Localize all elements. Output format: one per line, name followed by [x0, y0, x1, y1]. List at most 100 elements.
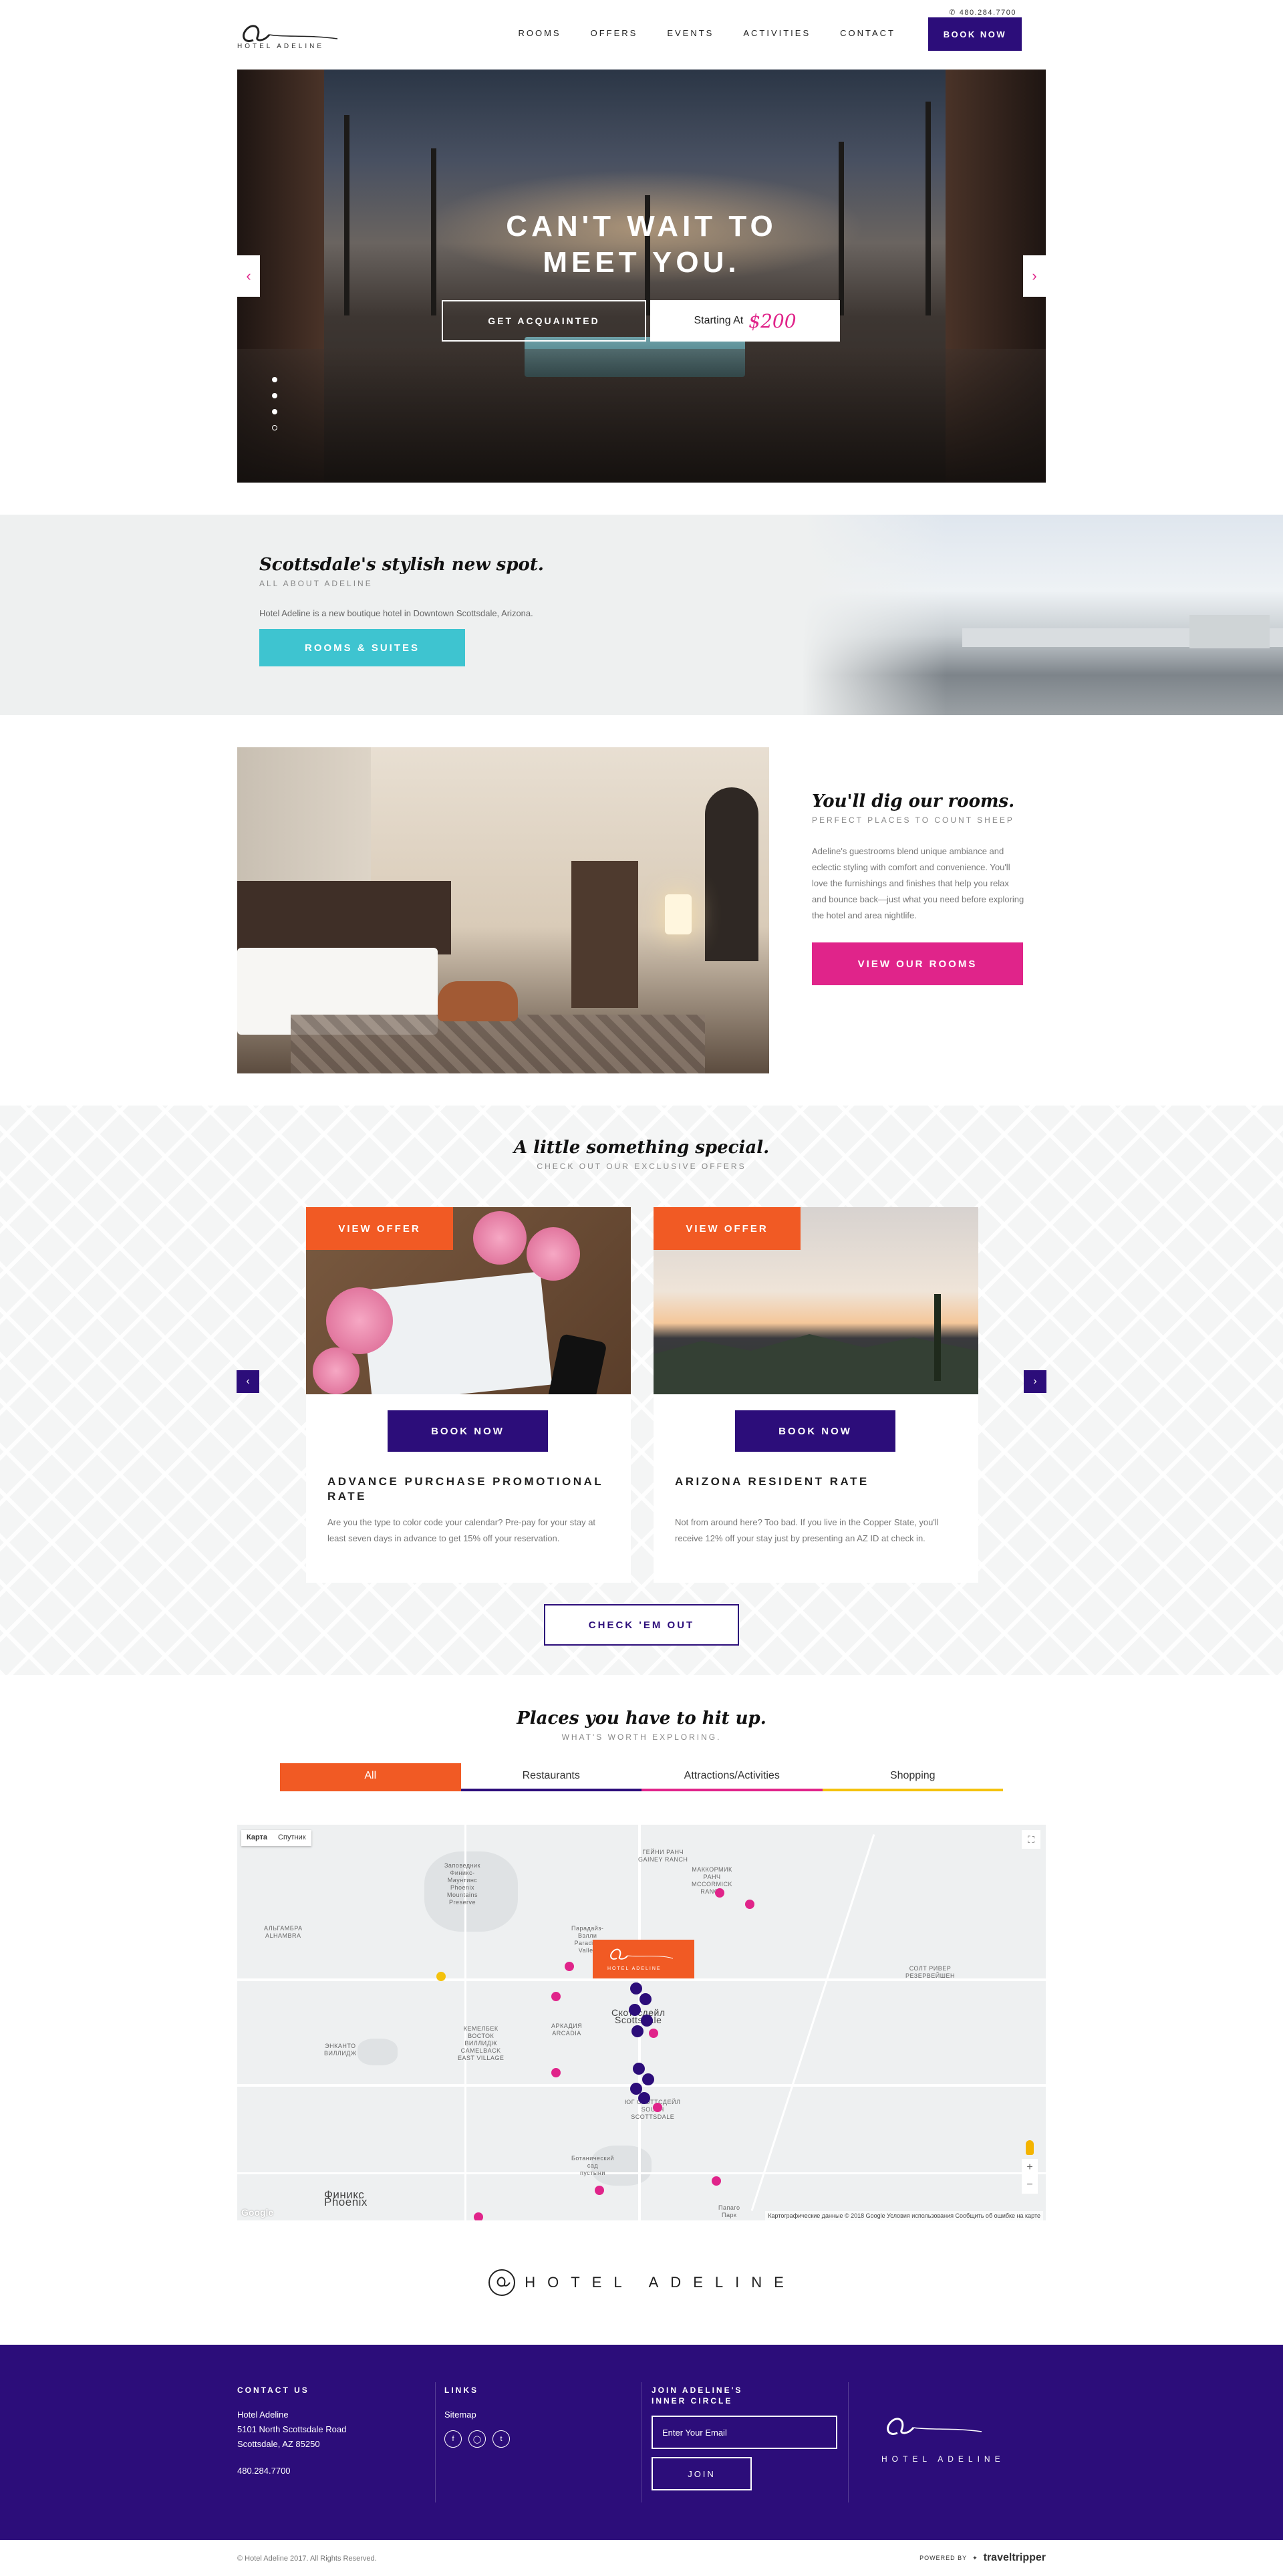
footer-logo[interactable]: [881, 2408, 995, 2448]
facebook-icon[interactable]: f: [444, 2430, 462, 2448]
offer-book-button[interactable]: BOOK NOW: [735, 1410, 895, 1452]
hero-prev-button[interactable]: ‹: [237, 255, 260, 297]
places-section: Places you have to hit up. WHAT'S WORTH …: [0, 1675, 1283, 1791]
map-marker-restaurant[interactable]: [638, 2092, 650, 2104]
map-label: Ботанический сад пустыни: [571, 2155, 614, 2176]
email-field[interactable]: Enter Your Email: [652, 2416, 837, 2449]
join-heading: JOIN ADELINE'S INNER CIRCLE: [652, 2386, 743, 2406]
offer-card: VIEW OFFER BOOK NOW ARIZONA RESIDENT RAT…: [654, 1207, 978, 1583]
view-offer-button[interactable]: VIEW OFFER: [654, 1207, 801, 1250]
hero-next-button[interactable]: ›: [1023, 255, 1046, 297]
slider-dot[interactable]: [272, 393, 277, 398]
map-marker-restaurant[interactable]: [641, 2015, 653, 2027]
map-marker-restaurant[interactable]: [630, 1982, 642, 1994]
offers-next-button[interactable]: ›: [1024, 1370, 1046, 1393]
map-marker-shopping[interactable]: [436, 1972, 446, 1981]
hotel-location-pin[interactable]: HOTEL ADELINE: [593, 1940, 694, 1978]
slider-dot[interactable]: [272, 409, 277, 414]
about-content: Scottsdale's stylish new spot. ALL ABOUT…: [259, 555, 607, 666]
zoom-out-icon[interactable]: −: [1022, 2176, 1038, 2194]
offer-image: VIEW OFFER: [654, 1207, 978, 1394]
map-marker-restaurant[interactable]: [642, 2073, 654, 2085]
nav-contact[interactable]: CONTACT: [840, 28, 895, 38]
footer-links: LINKS Sitemap f ◯ t: [444, 2385, 510, 2448]
pegman-icon[interactable]: [1026, 2140, 1034, 2155]
nav-activities[interactable]: ACTIVITIES: [743, 28, 811, 38]
nav-offers[interactable]: OFFERS: [591, 28, 638, 38]
check-em-out-button[interactable]: CHECK 'EM OUT: [544, 1604, 739, 1646]
places-map[interactable]: ГЕЙНИ РАНЧ GAINEY RANCH МАККОРМИК РАНЧ M…: [237, 1825, 1046, 2220]
about-section: Scottsdale's stylish new spot. ALL ABOUT…: [0, 515, 1283, 715]
offers-title: A little something special.: [513, 1138, 770, 1158]
map-marker-attraction[interactable]: [595, 2186, 604, 2195]
map-marker-attraction[interactable]: [653, 2103, 662, 2112]
slider-dot[interactable]: [272, 377, 277, 382]
map-label: Папаго Парк: [718, 2204, 740, 2218]
nav-events[interactable]: EVENTS: [667, 28, 714, 38]
instagram-icon[interactable]: ◯: [468, 2430, 486, 2448]
links-heading: LINKS: [444, 2386, 478, 2395]
chevron-right-icon: ›: [1032, 267, 1037, 284]
price-value: $200: [748, 309, 797, 332]
map-attribution[interactable]: Картографические данные © 2018 Google Ус…: [765, 2211, 1043, 2220]
contact-address-2[interactable]: Scottsdale, AZ 85250: [237, 2437, 346, 2452]
offer-card: VIEW OFFER BOOK NOW ADVANCE PURCHASE PRO…: [306, 1207, 631, 1583]
rooms-text: Adeline's guestrooms blend unique ambian…: [812, 846, 1024, 920]
adeline-mark-icon: [488, 2269, 516, 2296]
contact-address-1[interactable]: 5101 North Scottsdale Road: [237, 2422, 346, 2437]
map-marker-restaurant[interactable]: [631, 2025, 644, 2037]
map-label: ЮГ СКОТТСДЕЙЛ SOUTH SCOTTSDALE: [625, 2099, 681, 2120]
rooms-subtitle: PERFECT PLACES TO COUNT SHEEP: [812, 815, 1014, 825]
fullscreen-icon[interactable]: ⛶: [1022, 1830, 1040, 1849]
powered-by-label: POWERED BY: [919, 2555, 968, 2561]
nav-rooms[interactable]: ROOMS: [518, 28, 561, 38]
map-marker-restaurant[interactable]: [639, 1993, 652, 2005]
map-type-map[interactable]: Карта: [241, 1830, 273, 1846]
map-label: МАККОРМИК РАНЧ MCCORMICK RANCH: [692, 1866, 732, 1895]
sitemap-link[interactable]: Sitemap: [444, 2408, 510, 2422]
map-marker-attraction[interactable]: [712, 2176, 721, 2186]
main-nav: ROOMS OFFERS EVENTS ACTIVITIES CONTACT: [518, 28, 895, 38]
tab-attractions[interactable]: Attractions/Activities: [642, 1763, 823, 1791]
pin-label: HOTEL ADELINE: [607, 1966, 662, 1971]
hero-title: CAN'T WAIT TO MEET YOU.: [506, 210, 777, 279]
offers-subtitle: CHECK OUT OUR EXCLUSIVE OFFERS: [537, 1162, 746, 1171]
map-road: [750, 1834, 875, 2211]
twitter-icon[interactable]: t: [492, 2430, 510, 2448]
site-footer: CONTACT US Hotel Adeline 5101 North Scot…: [0, 2345, 1283, 2540]
view-rooms-button[interactable]: VIEW OUR ROOMS: [812, 942, 1023, 985]
map-marker-restaurant[interactable]: [629, 2004, 641, 2016]
map-marker-attraction[interactable]: [715, 1888, 724, 1898]
map-type-toggle: Карта Спутник: [241, 1830, 311, 1846]
offers-prev-button[interactable]: ‹: [237, 1370, 259, 1393]
map-marker-attraction[interactable]: [474, 2212, 483, 2220]
offer-book-button[interactable]: BOOK NOW: [388, 1410, 548, 1452]
map-marker-attraction[interactable]: [551, 1992, 561, 2001]
powered-by[interactable]: POWERED BY ✦ traveltripper: [919, 2552, 1046, 2564]
get-acquainted-button[interactable]: GET ACQUAINTED: [442, 300, 646, 342]
map-marker-attraction[interactable]: [745, 1900, 754, 1909]
contact-phone[interactable]: 480.284.7700: [237, 2464, 346, 2478]
offers-section: A little something special. CHECK OUT OU…: [0, 1106, 1283, 1675]
map-marker-restaurant[interactable]: [633, 2063, 645, 2075]
offer-image: VIEW OFFER: [306, 1207, 631, 1394]
map-marker-attraction[interactable]: [649, 2029, 658, 2038]
book-now-button[interactable]: BOOK NOW: [928, 17, 1022, 51]
map-type-satellite[interactable]: Спутник: [273, 1830, 311, 1846]
about-title: Scottsdale's stylish new spot.: [259, 555, 544, 575]
rooms-suites-button[interactable]: ROOMS & SUITES: [259, 629, 465, 666]
slider-dot[interactable]: [272, 425, 277, 430]
map-marker-attraction[interactable]: [551, 2068, 561, 2077]
view-offer-button[interactable]: VIEW OFFER: [306, 1207, 453, 1250]
map-road: [237, 2172, 1046, 2174]
starting-price-button[interactable]: Starting At $200: [650, 300, 840, 342]
tab-restaurants[interactable]: Restaurants: [460, 1763, 642, 1791]
header-phone[interactable]: ✆ 480.284.7700: [949, 8, 1016, 17]
map-label: СОЛТ РИВЕР РЕЗЕРВЕЙШЕН: [905, 1965, 955, 1979]
zoom-in-icon[interactable]: +: [1022, 2159, 1038, 2176]
tab-all[interactable]: All: [280, 1763, 461, 1791]
footer-logo-text: HOTEL ADELINE: [881, 2454, 1005, 2464]
map-marker-attraction[interactable]: [565, 1962, 574, 1971]
join-button[interactable]: JOIN: [652, 2457, 752, 2490]
tab-shopping[interactable]: Shopping: [822, 1763, 1003, 1791]
